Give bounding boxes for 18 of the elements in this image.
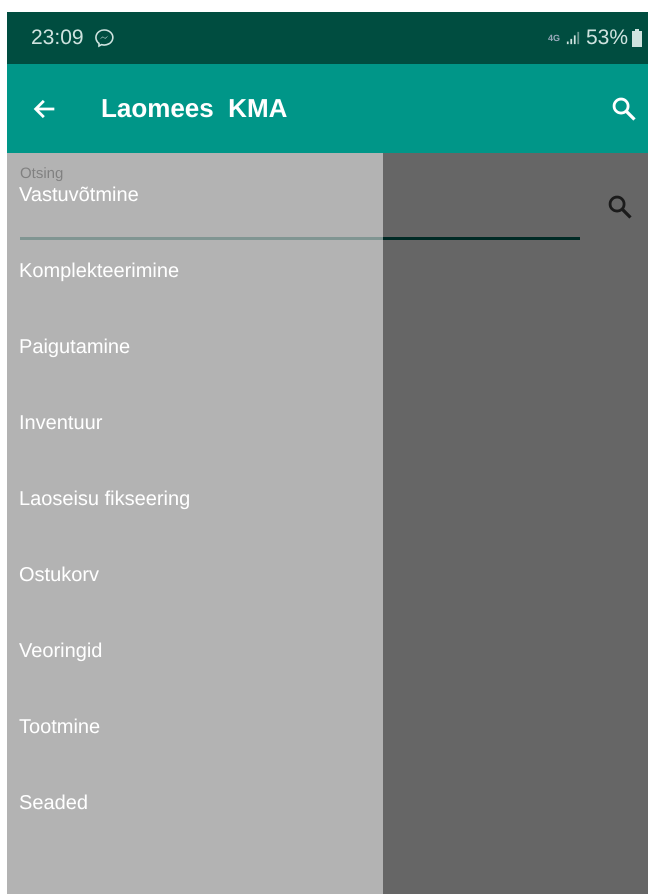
menu-item[interactable]: Laoseisu fikseering xyxy=(19,487,190,511)
clock-time: 23:09 xyxy=(31,26,84,50)
signal-icon xyxy=(566,31,580,45)
app-title: Laomees KMA xyxy=(101,93,288,124)
menu-item[interactable]: Paigutamine xyxy=(19,335,130,359)
battery-icon xyxy=(632,29,642,47)
network-type: 4G xyxy=(548,33,560,43)
menu-item[interactable]: Veoringid xyxy=(19,639,102,663)
menu-item[interactable]: Tootmine xyxy=(19,715,100,739)
menu-item[interactable]: Seaded xyxy=(19,791,88,815)
menu-item[interactable]: Ostukorv xyxy=(19,563,100,587)
search-icon[interactable] xyxy=(610,94,638,122)
menu-item[interactable]: Komplekteerimine xyxy=(19,259,180,283)
search-icon[interactable] xyxy=(606,193,634,221)
menu-item[interactable]: Vastuvõtmine xyxy=(19,183,139,207)
battery-level: 53% xyxy=(586,26,628,50)
menu-item[interactable]: Inventuur xyxy=(19,411,102,435)
chat-bubble-icon xyxy=(94,28,114,48)
